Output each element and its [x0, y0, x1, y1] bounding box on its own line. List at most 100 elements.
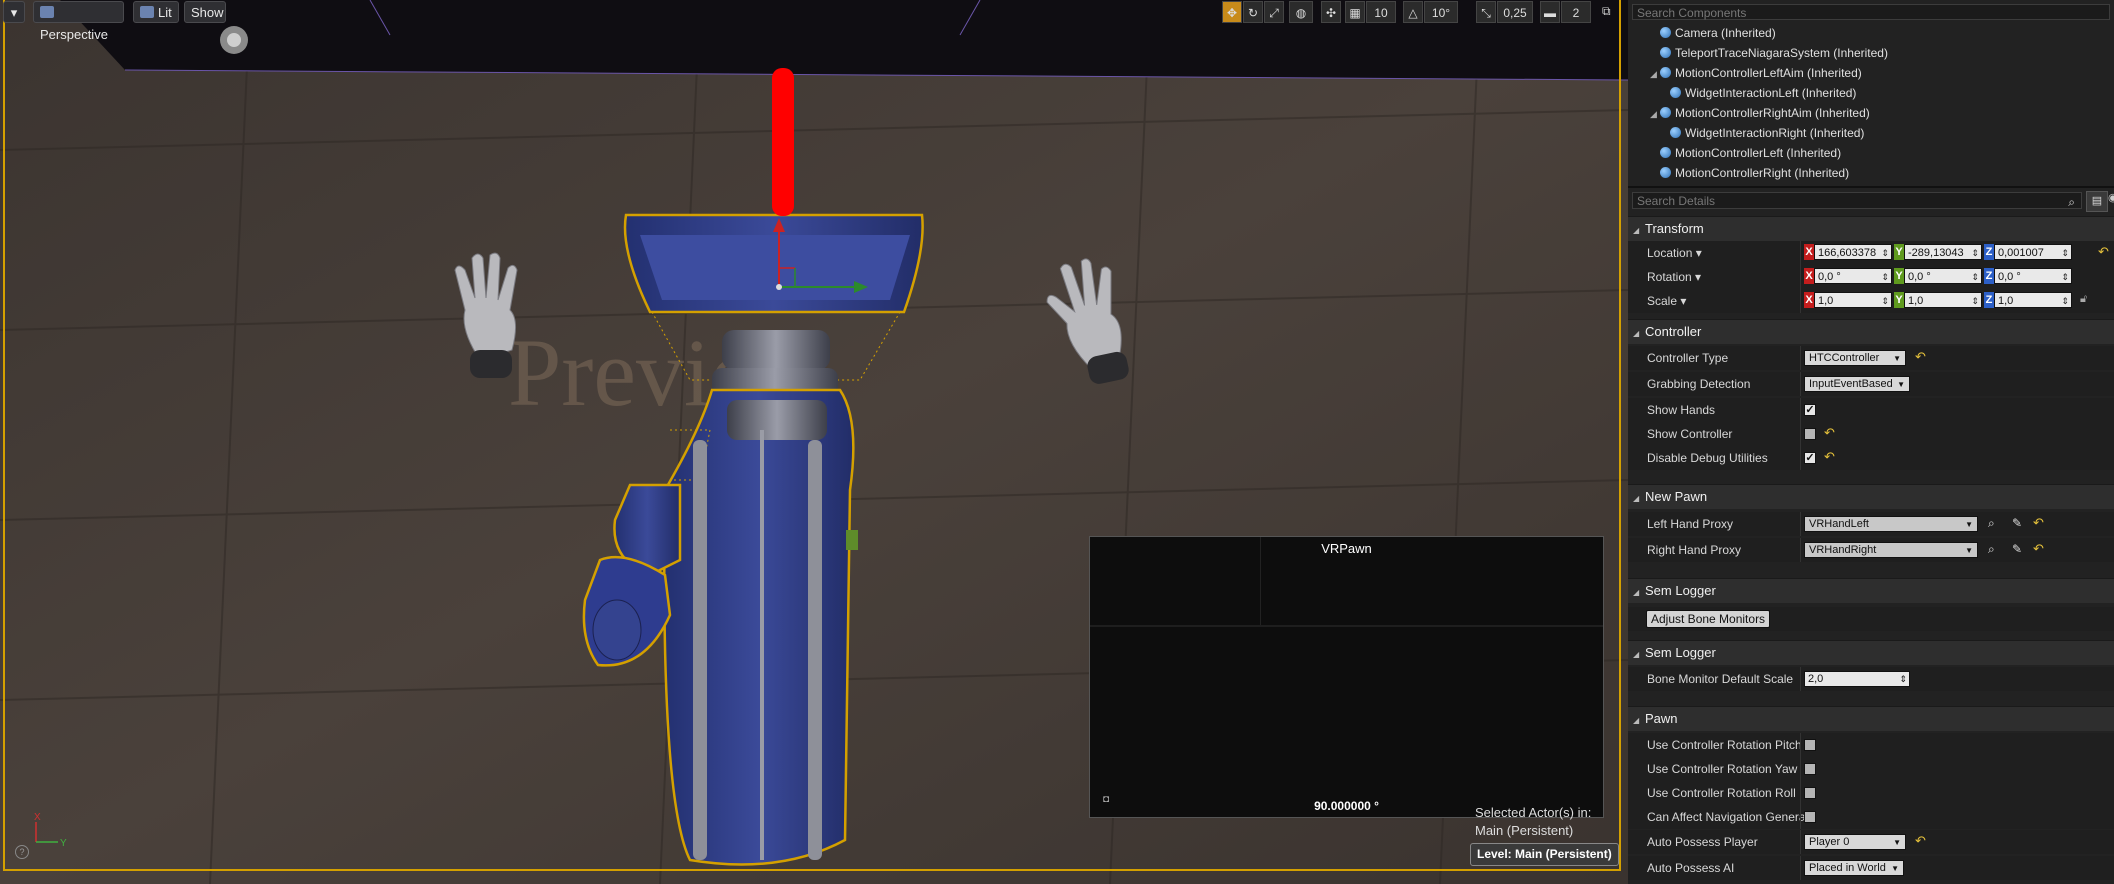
scale-snap-icon[interactable]: ⤡	[1476, 1, 1496, 23]
row-adjust-bone-monitors: Adjust Bone Monitors	[1628, 607, 2114, 631]
location-x-field[interactable]: X 166,603378 ⇕	[1804, 244, 1894, 260]
help-icon[interactable]: ?	[15, 845, 29, 859]
collapse-arrow-icon: ◢	[1633, 588, 1640, 597]
use-rotation-pitch-checkbox[interactable]	[1804, 739, 1816, 751]
use-selected-icon[interactable]: ✎	[2012, 516, 2022, 530]
scale-x-field[interactable]: X 1,0 ⇕	[1804, 292, 1894, 308]
reset-controller-type-icon[interactable]: ↶	[1915, 349, 1926, 365]
axis-x-label: X	[34, 812, 41, 823]
section-sem-logger[interactable]: ◢ Sem Logger	[1628, 578, 2114, 603]
rotation-label[interactable]: Rotation ▾	[1647, 265, 1701, 289]
rotation-snap-icon[interactable]: △	[1403, 1, 1423, 23]
browse-icon[interactable]: ⌕	[1988, 542, 1995, 557]
rotation-snap-value[interactable]: 10°	[1424, 1, 1458, 23]
expand-icon[interactable]: ◢	[1650, 64, 1660, 84]
reset-show-controller-icon[interactable]: ↶	[1824, 425, 1835, 441]
rotation-x-field[interactable]: X 0,0 ° ⇕	[1804, 268, 1894, 284]
tree-item-camera[interactable]: Camera (Inherited)	[1660, 23, 1776, 43]
section-controller[interactable]: ◢ Controller	[1628, 319, 2114, 344]
tree-item-widget-right[interactable]: WidgetInteractionRight (Inherited)	[1670, 123, 1864, 143]
search-details-input[interactable]: Search Details ⌕	[1632, 192, 2082, 209]
reset-left-hand-icon[interactable]: ↶	[2033, 515, 2044, 531]
scale-y-field[interactable]: Y 1,0 ⇕	[1894, 292, 1984, 308]
show-controller-checkbox[interactable]	[1804, 428, 1816, 440]
row-location: Location ▾ X 166,603378 ⇕ Y -289,13043 ⇕ Z 0,…	[1628, 241, 2114, 265]
left-hand-proxy-dropdown[interactable]: VRHandLeft ▼	[1804, 516, 1978, 532]
affect-navigation-checkbox[interactable]	[1804, 811, 1816, 823]
chevron-down-icon: ▼	[1893, 838, 1901, 847]
reset-location-icon[interactable]: ↶	[2098, 244, 2109, 260]
tree-item-teleport-trace[interactable]: TeleportTraceNiagaraSystem (Inherited)	[1660, 43, 1888, 63]
location-z-field[interactable]: Z 0,001007 ⇕	[1984, 244, 2074, 260]
section-pawn[interactable]: ◢ Pawn	[1628, 706, 2114, 731]
chevron-down-icon: ▼	[1891, 864, 1899, 873]
grid-size-value[interactable]: 10	[1366, 1, 1396, 23]
grabbing-detection-dropdown[interactable]: InputEventBased ▼	[1804, 376, 1910, 392]
right-hand-proxy-dropdown[interactable]: VRHandRight ▼	[1804, 542, 1978, 558]
axis-indicator: X Y	[34, 812, 67, 849]
selected-actor-info: Selected Actor(s) in: Main (Persistent)	[1475, 805, 1592, 838]
rotate-tool-icon[interactable]: ↻	[1243, 1, 1263, 23]
row-grabbing-detection: Grabbing Detection InputEventBased ▼	[1628, 372, 2114, 396]
current-level-button[interactable]: Level: Main (Persistent)	[1470, 843, 1619, 866]
lock-icon[interactable]: 🔓︎	[2080, 293, 2087, 306]
expand-icon[interactable]: ◢	[1650, 104, 1660, 124]
viewport-options-button[interactable]: ▾	[3, 1, 25, 23]
row-left-hand-proxy: Left Hand Proxy VRHandLeft ▼ ⌕ ✎ ↶	[1628, 512, 2114, 536]
adjust-bone-monitors-button[interactable]: Adjust Bone Monitors	[1646, 610, 1771, 628]
use-rotation-roll-checkbox[interactable]	[1804, 787, 1816, 799]
disable-debug-checkbox[interactable]: ✓	[1804, 452, 1816, 464]
browse-icon[interactable]: ⌕	[1988, 516, 1995, 531]
rotation-z-field[interactable]: Z 0,0 ° ⇕	[1984, 268, 2074, 284]
reset-disable-debug-icon[interactable]: ↶	[1824, 449, 1835, 465]
perspective-button[interactable]: Perspective	[33, 1, 124, 42]
use-selected-icon[interactable]: ✎	[2012, 542, 2022, 556]
use-rotation-yaw-checkbox[interactable]	[1804, 763, 1816, 775]
world-local-icon[interactable]: ◍	[1289, 1, 1313, 23]
auto-possess-player-dropdown[interactable]: Player 0 ▼	[1804, 834, 1906, 850]
scale-z-field[interactable]: Z 1,0 ⇕	[1984, 292, 2074, 308]
tree-item-mc-right-aim[interactable]: ◢ MotionControllerRightAim (Inherited)	[1650, 103, 1870, 123]
level-viewport[interactable]: Preview ▾ Perspective Lit Show ✥ ↻ ⤢ ◍ ✣…	[0, 0, 1628, 884]
component-icon	[1660, 67, 1671, 78]
collapse-arrow-icon: ◢	[1633, 494, 1640, 503]
property-matrix-icon[interactable]: ▤	[2086, 191, 2108, 212]
search-components-input[interactable]: Search Components	[1632, 4, 2110, 20]
tree-item-widget-left[interactable]: WidgetInteractionLeft (Inherited)	[1670, 83, 1856, 103]
component-icon	[1660, 107, 1671, 118]
row-disable-debug: Disable Debug Utilities ✓ ↶	[1628, 446, 2114, 470]
show-button[interactable]: Show	[184, 1, 226, 23]
row-show-controller: Show Controller ↶	[1628, 422, 2114, 446]
bone-monitor-scale-field[interactable]: 2,0 ⇕	[1804, 671, 1910, 687]
camera-speed-value[interactable]: 2	[1561, 1, 1591, 23]
auto-possess-ai-dropdown[interactable]: Placed in World ▼	[1804, 860, 1904, 876]
component-icon	[1660, 47, 1671, 58]
scale-tool-icon[interactable]: ⤢	[1264, 1, 1284, 23]
location-y-field[interactable]: Y -289,13043 ⇕	[1894, 244, 1984, 260]
lit-button[interactable]: Lit	[133, 1, 179, 23]
details-panel: Search Components Camera (Inherited) Tel…	[1628, 0, 2114, 884]
grid-snap-icon[interactable]: ▦	[1345, 1, 1365, 23]
reset-right-hand-icon[interactable]: ↶	[2033, 541, 2044, 557]
surface-snap-icon[interactable]: ✣	[1321, 1, 1341, 23]
section-sem-logger-2[interactable]: ◢ Sem Logger	[1628, 640, 2114, 665]
maximize-viewport-icon[interactable]: ⧉	[1602, 4, 1611, 19]
tree-item-mc-left[interactable]: MotionControllerLeft (Inherited)	[1660, 143, 1841, 163]
translate-tool-icon[interactable]: ✥	[1222, 1, 1242, 23]
location-label[interactable]: Location ▾	[1647, 241, 1702, 265]
perspective-icon	[40, 6, 54, 18]
controller-type-dropdown[interactable]: HTCController ▼	[1804, 350, 1906, 366]
section-transform[interactable]: ◢ Transform	[1628, 216, 2114, 241]
row-affect-navigation: Can Affect Navigation Generat	[1628, 805, 2114, 829]
scale-label[interactable]: Scale ▾	[1647, 289, 1686, 313]
tree-item-mc-left-aim[interactable]: ◢ MotionControllerLeftAim (Inherited)	[1650, 63, 1862, 83]
tree-item-mc-right[interactable]: MotionControllerRight (Inherited)	[1660, 163, 1849, 183]
view-options-icon[interactable]: ◉	[2108, 191, 2114, 210]
show-hands-checkbox[interactable]: ✓	[1804, 404, 1816, 416]
section-new-pawn[interactable]: ◢ New Pawn	[1628, 484, 2114, 509]
scale-snap-value[interactable]: 0,25	[1497, 1, 1533, 23]
camera-speed-icon[interactable]: ▬	[1540, 1, 1560, 23]
reset-auto-possess-icon[interactable]: ↶	[1915, 833, 1926, 849]
rotation-y-field[interactable]: Y 0,0 ° ⇕	[1894, 268, 1984, 284]
transform-z-handle	[772, 68, 794, 216]
